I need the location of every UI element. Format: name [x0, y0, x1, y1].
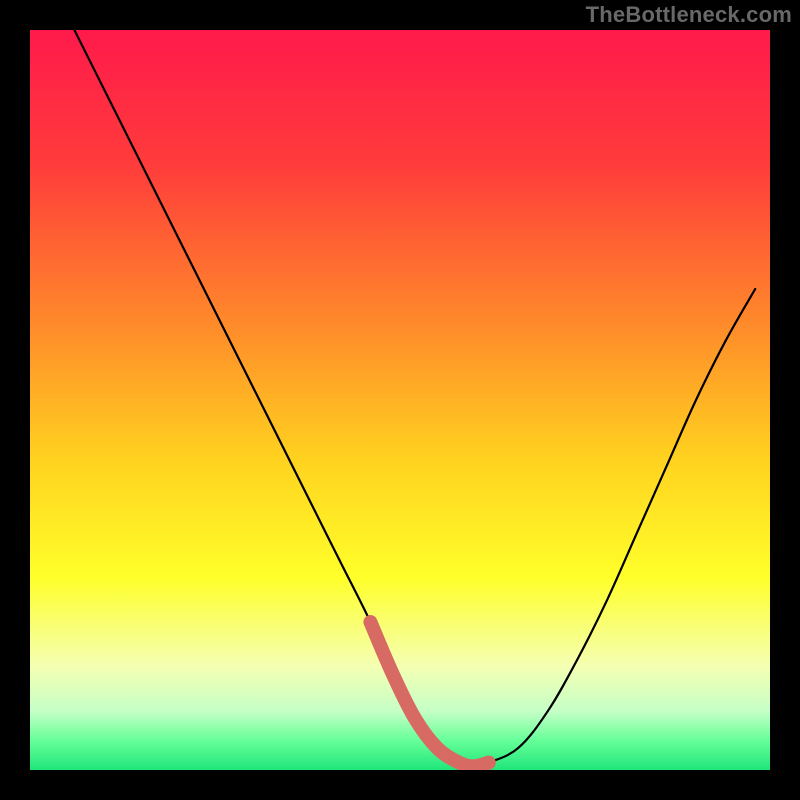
- bottleneck-curve: [74, 30, 755, 766]
- chart-frame: TheBottleneck.com: [0, 0, 800, 800]
- curve-layer: [30, 30, 770, 770]
- plot-area: [30, 30, 770, 770]
- watermark-text: TheBottleneck.com: [586, 2, 792, 28]
- valley-highlight: [370, 622, 488, 766]
